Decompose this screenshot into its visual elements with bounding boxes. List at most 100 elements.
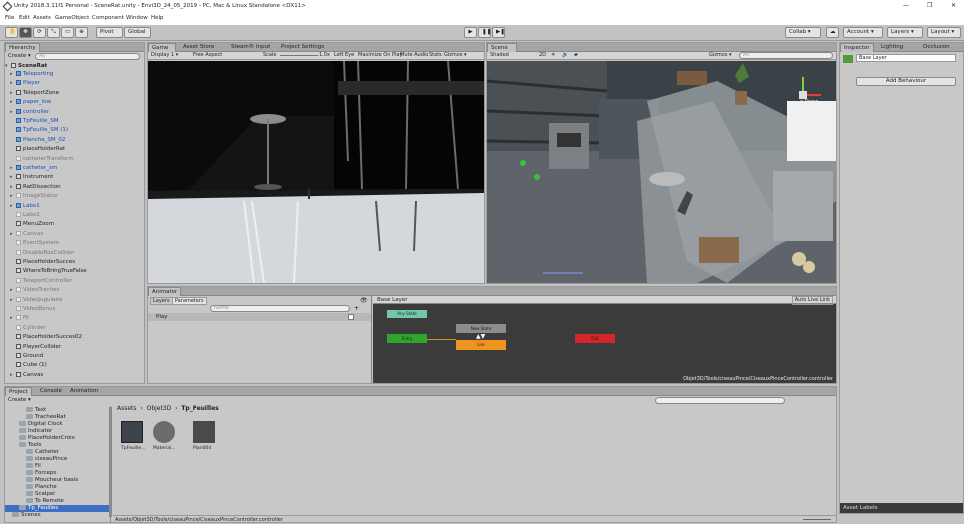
project-folder-item[interactable]: ciseauPince bbox=[5, 456, 110, 463]
any-state-node[interactable]: Any State bbox=[387, 310, 427, 318]
layout-dropdown[interactable]: Layout ▾ bbox=[927, 27, 961, 38]
breadcrumb-tp-feuilles[interactable]: Tp_Feuilles bbox=[181, 405, 218, 412]
parameter-row[interactable]: Play bbox=[148, 313, 371, 321]
hierarchy-item[interactable]: Planche_SM_02 bbox=[5, 136, 144, 144]
menu-window[interactable]: Window bbox=[126, 15, 148, 21]
hierarchy-item[interactable]: PlaceHolderSucces02 bbox=[5, 333, 144, 341]
rotate-tool-icon[interactable]: ⟳ bbox=[33, 27, 46, 38]
hierarchy-item[interactable]: ▸ Labo1 bbox=[5, 202, 144, 210]
scene-viewport[interactable] bbox=[487, 61, 836, 283]
create-dropdown[interactable]: Create ▾ bbox=[8, 53, 31, 59]
lire-state-node[interactable]: Lire bbox=[456, 340, 506, 350]
hierarchy-item[interactable]: PlayerCollider bbox=[5, 343, 144, 351]
hierarchy-item[interactable]: TpFeuille_SM (1) bbox=[5, 126, 144, 134]
mute-audio-toggle[interactable]: Mute Audio bbox=[400, 52, 428, 59]
global-toggle[interactable]: Global bbox=[124, 27, 151, 38]
parameter-checkbox[interactable] bbox=[348, 314, 354, 320]
layers-dropdown[interactable]: Layers ▾ bbox=[887, 27, 923, 38]
hierarchy-item[interactable]: Cube (1) bbox=[5, 361, 144, 369]
project-folder-item[interactable]: Tp_Feuilles bbox=[5, 505, 110, 512]
layer-breadcrumb[interactable]: Base Layer bbox=[373, 297, 407, 303]
transform-tool-icon[interactable]: ⊕ bbox=[75, 27, 88, 38]
project-folder-item[interactable]: Scalpel bbox=[5, 491, 110, 498]
project-folder-item[interactable]: Planche bbox=[5, 484, 110, 491]
hierarchy-item[interactable]: TpFeuille_SM bbox=[5, 117, 144, 125]
menu-component[interactable]: Component bbox=[92, 15, 124, 21]
project-scrollbar[interactable] bbox=[109, 407, 112, 517]
project-folder-item[interactable]: To Remote bbox=[5, 498, 110, 505]
tab-animation[interactable]: Animation bbox=[67, 387, 101, 396]
hierarchy-item[interactable]: VideoBonus bbox=[5, 305, 144, 313]
menu-edit[interactable]: Edit bbox=[19, 15, 30, 21]
hierarchy-item[interactable]: WhereToBringTrueFalse bbox=[5, 267, 144, 275]
close-button[interactable]: ✕ bbox=[951, 2, 956, 9]
eye-dropdown[interactable]: Left Eye bbox=[334, 52, 354, 59]
hierarchy-item[interactable]: TeleportController bbox=[5, 277, 144, 285]
step-button[interactable]: ▶❚ bbox=[492, 27, 505, 38]
new-state-node[interactable]: New State bbox=[456, 324, 506, 333]
lighting-toggle-icon[interactable]: ☀ bbox=[551, 52, 555, 59]
entry-node[interactable]: Entry bbox=[387, 334, 427, 343]
project-folder-item[interactable]: Tools bbox=[5, 442, 110, 449]
tab-asset-store[interactable]: Asset Store bbox=[180, 43, 217, 52]
hierarchy-item[interactable]: DisableBoxCollider bbox=[5, 249, 144, 257]
maximize-on-play-toggle[interactable]: Maximize On Play bbox=[358, 52, 402, 59]
hierarchy-item[interactable]: Ground bbox=[5, 352, 144, 360]
scene-root[interactable]: ▾ SceneRat bbox=[5, 62, 144, 70]
play-button[interactable]: ▶ bbox=[464, 27, 477, 38]
hierarchy-item[interactable]: PlaceHolderSucces bbox=[5, 258, 144, 266]
hierarchy-search-input[interactable]: All bbox=[35, 53, 140, 60]
hierarchy-item[interactable]: ▸ controller bbox=[5, 108, 144, 116]
layer-name-field[interactable]: Base Layer bbox=[856, 54, 956, 62]
effects-dropdown-icon[interactable]: ▰ bbox=[574, 52, 578, 59]
asset-tile[interactable]: TpFeuille... bbox=[121, 421, 145, 457]
tab-console[interactable]: Console bbox=[37, 387, 65, 396]
tab-hierarchy[interactable]: Hierarchy bbox=[5, 43, 40, 52]
collab-dropdown[interactable]: Collab ▾ bbox=[785, 27, 821, 38]
thumbnail-size-slider[interactable] bbox=[803, 519, 831, 520]
project-search-input[interactable] bbox=[655, 397, 785, 404]
add-behaviour-button[interactable]: Add Behaviour bbox=[856, 77, 956, 86]
game-gizmos-dropdown[interactable]: Gizmos ▾ bbox=[444, 52, 467, 59]
breadcrumb-objet3d[interactable]: Objet3D bbox=[147, 405, 172, 412]
move-tool-icon[interactable]: ✥ bbox=[19, 27, 32, 38]
hierarchy-item[interactable]: ▸ TeleportZone bbox=[5, 89, 144, 97]
aspect-dropdown[interactable]: Free Aspect bbox=[193, 52, 222, 59]
scale-slider[interactable] bbox=[280, 55, 318, 56]
tab-inspector[interactable]: Inspector bbox=[840, 43, 874, 52]
menu-assets[interactable]: Assets bbox=[33, 15, 51, 21]
display-dropdown[interactable]: Display 1 ▾ bbox=[151, 52, 178, 59]
tab-layers[interactable]: Layers bbox=[150, 297, 173, 305]
game-viewport[interactable] bbox=[148, 61, 484, 283]
audio-toggle-icon[interactable]: 🔊 bbox=[562, 52, 568, 59]
hierarchy-item[interactable]: ▸ ImageStatus bbox=[5, 192, 144, 200]
account-dropdown[interactable]: Account ▾ bbox=[843, 27, 883, 38]
tab-parameters[interactable]: Parameters bbox=[172, 297, 207, 305]
auto-live-link-toggle[interactable]: Auto Live Link bbox=[791, 296, 833, 305]
tab-project-settings[interactable]: Project Settings bbox=[278, 43, 327, 52]
project-folder-item[interactable]: Forceps bbox=[5, 470, 110, 477]
pivot-toggle[interactable]: Pivot bbox=[96, 27, 123, 38]
hand-tool-icon[interactable]: ✋ bbox=[5, 27, 18, 38]
hierarchy-item[interactable]: EventSystem bbox=[5, 239, 144, 247]
hierarchy-item[interactable]: placeHolderRat bbox=[5, 145, 144, 153]
hierarchy-item[interactable]: ▸ Canvas bbox=[5, 230, 144, 238]
hierarchy-item[interactable]: ▸ Teleporting bbox=[5, 70, 144, 78]
breadcrumb-assets[interactable]: Assets bbox=[117, 405, 137, 412]
rect-tool-icon[interactable]: ▭ bbox=[61, 27, 74, 38]
hierarchy-item[interactable]: ▸ catheter_sm bbox=[5, 164, 144, 172]
hierarchy-item[interactable]: ▸ Fil bbox=[5, 314, 144, 322]
hierarchy-item[interactable]: Labo2 bbox=[5, 211, 144, 219]
2d-toggle[interactable]: 2D bbox=[539, 52, 546, 59]
tab-lighting[interactable]: Lighting bbox=[878, 43, 906, 52]
hierarchy-item[interactable]: ▸ Instrument bbox=[5, 173, 144, 181]
project-folder-item[interactable]: Digital Clock bbox=[5, 421, 110, 428]
animator-graph[interactable]: Base Layer Auto Live Link Any State New … bbox=[373, 296, 836, 383]
project-folder-item[interactable]: Catheter bbox=[5, 449, 110, 456]
tab-occlusion[interactable]: Occlusion bbox=[920, 43, 953, 52]
hierarchy-item[interactable]: MenuZoom bbox=[5, 220, 144, 228]
asset-tile[interactable]: Plan004 bbox=[189, 421, 219, 457]
hierarchy-item[interactable]: catheterTransform bbox=[5, 155, 144, 163]
project-folder-item[interactable]: TracheeRat bbox=[5, 414, 110, 421]
hierarchy-item[interactable]: ▸ Player bbox=[5, 79, 144, 87]
